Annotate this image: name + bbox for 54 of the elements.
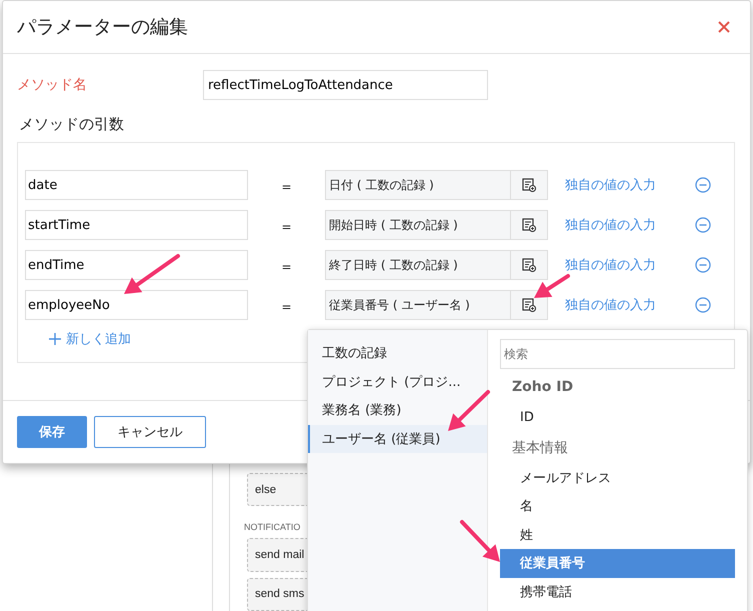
field-list-icon [522,218,536,232]
module-item[interactable]: プロジェクト (プロジ... [308,368,487,396]
close-icon[interactable] [718,21,730,33]
field-option[interactable]: 姓 [500,520,735,549]
remove-icon[interactable] [695,217,711,233]
field-option[interactable]: 名 [500,492,735,520]
equals-sign: = [280,299,293,314]
argument-value-field[interactable]: 日付 ( 工数の記録 ) [325,170,510,200]
custom-value-link[interactable]: 独自の値の入力 [565,296,678,314]
argument-value-field[interactable]: 終了日時 ( 工数の記録 ) [325,250,510,280]
dialog-title: パラメーターの編集 [17,15,188,40]
argument-name-field[interactable]: endTime [25,250,248,280]
method-name-field[interactable]: reflectTimeLogToAttendance [203,70,488,100]
field-option[interactable]: メールアドレス [500,464,735,492]
section-heading: NOTIFICATIO [244,522,300,532]
custom-value-link[interactable]: 独自の値の入力 [565,176,678,194]
field-label: メソッド名 [17,76,88,94]
annotation-arrow [534,274,570,298]
equals-sign: = [280,219,293,234]
field-list-icon [522,258,536,272]
remove-icon[interactable] [695,177,711,193]
field-list-icon [522,298,536,312]
module-item[interactable]: ユーザー名 (従業員) [308,424,487,453]
module-item[interactable]: 業務名 (業務) [308,396,487,424]
annotation-arrow [124,254,180,294]
argument-value-field[interactable]: 開始日時 ( 工数の記録 ) [325,210,510,240]
argument-name-field[interactable]: employeeNo [25,290,248,320]
field-option[interactable]: 従業員番号 [500,549,735,578]
search-field[interactable]: 検索 [500,339,735,369]
group-heading: 基本情報 [511,438,569,458]
field-picker-button[interactable] [510,250,548,280]
remove-icon[interactable] [695,297,711,313]
custom-value-link[interactable]: 独自の値の入力 [565,216,678,234]
group-heading: Zoho ID [511,378,574,397]
argument-name-field[interactable]: startTime [25,210,248,240]
module-item[interactable]: 工数の記録 [308,339,487,368]
annotation-arrow [448,390,490,431]
field-picker-button[interactable] [510,170,548,200]
plus-icon[interactable] [49,333,61,345]
add-new-link[interactable]: 新しく追加 [66,330,131,348]
equals-sign: = [280,259,293,274]
argument-value-field[interactable]: 従業員番号 ( ユーザー名 ) [325,290,510,320]
field-option[interactable]: ID [500,403,735,432]
field-picker-button[interactable] [510,210,548,240]
cancel-button[interactable]: キャンセル [94,416,206,448]
argument-name-field[interactable]: date [25,170,248,200]
field-picker-button[interactable] [510,290,548,320]
field-option[interactable]: 携帯電話 [500,578,735,606]
field-list-icon [522,178,536,192]
remove-icon[interactable] [695,257,711,273]
annotation-arrow [460,520,500,562]
section-label: メソッドの引数 [19,115,125,134]
custom-value-link[interactable]: 独自の値の入力 [565,256,678,274]
equals-sign: = [280,179,293,194]
